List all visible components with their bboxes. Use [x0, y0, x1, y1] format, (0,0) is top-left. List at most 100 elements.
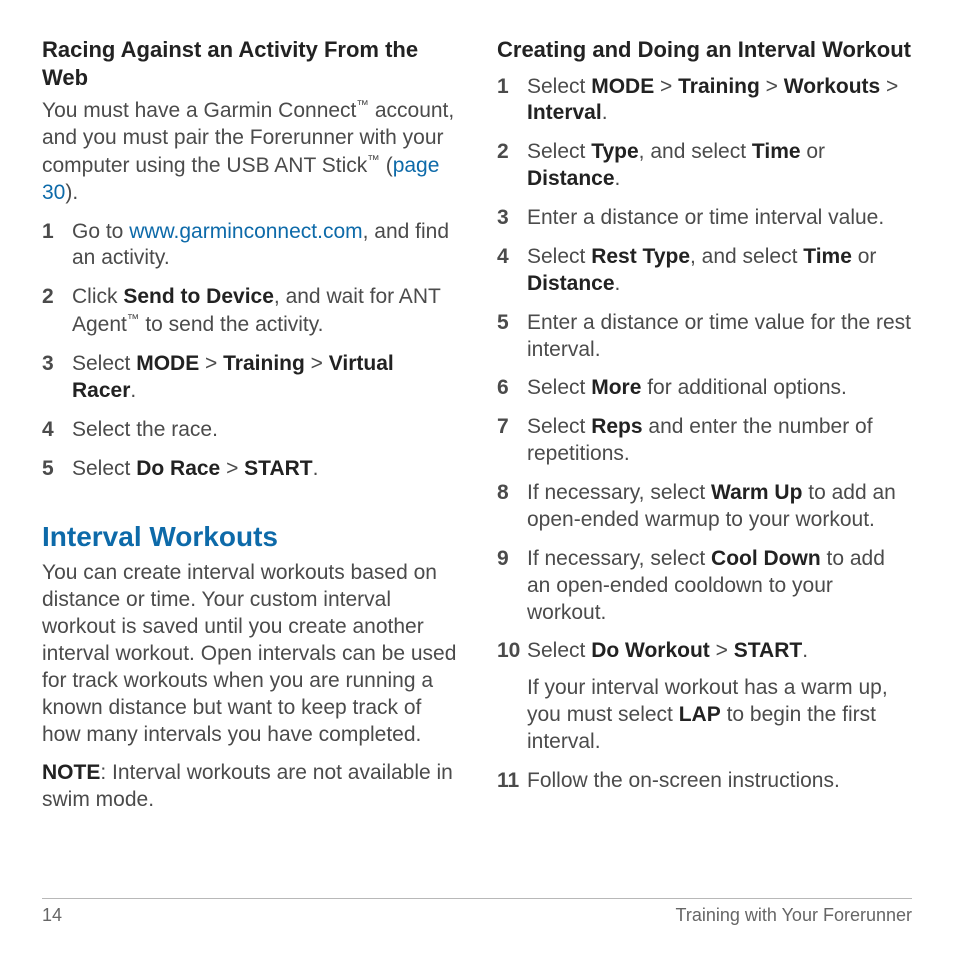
heading-creating-interval: Creating and Doing an Interval Workout [497, 36, 912, 64]
text: > [880, 75, 898, 98]
bold: LAP [679, 703, 721, 726]
bold: Distance [527, 167, 615, 190]
step-number: 5 [42, 456, 54, 483]
bold: More [591, 376, 641, 399]
step: 3 Select MODE > Training > Virtual Racer… [42, 351, 457, 417]
text: Go to [72, 220, 129, 243]
bold: MODE [591, 75, 654, 98]
step-number: 2 [497, 139, 509, 166]
trademark: ™ [356, 98, 369, 112]
bold: Training [678, 75, 760, 98]
text: ( [380, 154, 393, 177]
bold: Cool Down [711, 547, 821, 570]
text: Select [527, 415, 591, 438]
trademark: ™ [127, 312, 140, 326]
step-number: 4 [42, 417, 54, 444]
left-column: Racing Against an Activity From the Web … [42, 36, 457, 894]
bold: START [244, 457, 312, 480]
text: Select the race. [72, 418, 218, 441]
text: Select [527, 639, 591, 662]
text: or [852, 245, 877, 268]
footer-title: Training with Your Forerunner [676, 905, 912, 926]
bold: Interval [527, 101, 602, 124]
step-number: 1 [42, 219, 54, 246]
step-number: 5 [497, 310, 509, 337]
step: 4 Select Rest Type, and select Time or D… [497, 244, 912, 310]
step: 10 Select Do Workout > START. If your in… [497, 638, 912, 768]
text: > [760, 75, 784, 98]
racing-steps: 1 Go to www.garminconnect.com, and find … [42, 219, 457, 495]
text: : Interval workouts are not available in… [42, 761, 453, 811]
step-number: 9 [497, 546, 509, 573]
text: , and select [690, 245, 803, 268]
text: . [313, 457, 319, 480]
step-sub: If your interval workout has a warm up, … [527, 675, 912, 756]
text: If necessary, select [527, 547, 711, 570]
text: Click [72, 285, 123, 308]
text: You must have a Garmin Connect [42, 99, 356, 122]
step: 9 If necessary, select Cool Down to add … [497, 546, 912, 639]
note: NOTE: Interval workouts are not availabl… [42, 760, 457, 814]
bold: Warm Up [711, 481, 802, 504]
step: 1 Select MODE > Training > Workouts > In… [497, 74, 912, 140]
bold: Send to Device [123, 285, 274, 308]
step: 1 Go to www.garminconnect.com, and find … [42, 219, 457, 285]
step: 11 Follow the on-screen instructions. [497, 768, 912, 807]
text: Select [72, 352, 136, 375]
page-footer: 14 Training with Your Forerunner [42, 898, 912, 926]
bold: START [734, 639, 802, 662]
text: If necessary, select [527, 481, 711, 504]
bold: Rest Type [591, 245, 690, 268]
text: . [130, 379, 136, 402]
text: > [199, 352, 223, 375]
step-number: 10 [497, 638, 520, 665]
step-number: 2 [42, 284, 54, 311]
text: to send the activity. [139, 313, 323, 336]
step: 7 Select Reps and enter the number of re… [497, 414, 912, 480]
bold: Do Race [136, 457, 220, 480]
bold: Workouts [784, 75, 880, 98]
bold: Reps [591, 415, 642, 438]
interval-steps: 1 Select MODE > Training > Workouts > In… [497, 74, 912, 807]
note-label: NOTE [42, 761, 100, 784]
text: Select [527, 376, 591, 399]
text: > [654, 75, 678, 98]
bold: Type [591, 140, 638, 163]
text: Enter a distance or time value for the r… [527, 311, 911, 361]
interval-paragraph: You can create interval workouts based o… [42, 560, 457, 748]
text: Select [527, 75, 591, 98]
bold: Time [803, 245, 852, 268]
step-number: 1 [497, 74, 509, 101]
text: > [305, 352, 329, 375]
step-number: 11 [497, 768, 519, 795]
step-number: 8 [497, 480, 509, 507]
garmin-link[interactable]: www.garminconnect.com [129, 220, 362, 243]
text: for additional options. [641, 376, 846, 399]
step-number: 3 [42, 351, 54, 378]
bold: Training [223, 352, 305, 375]
text: . [802, 639, 808, 662]
step: 3 Enter a distance or time interval valu… [497, 205, 912, 244]
trademark: ™ [367, 153, 380, 167]
step-number: 4 [497, 244, 509, 271]
text: ). [65, 181, 78, 204]
text: > [710, 639, 734, 662]
step: 2 Click Send to Device, and wait for ANT… [42, 284, 457, 351]
step: 8 If necessary, select Warm Up to add an… [497, 480, 912, 546]
step-number: 6 [497, 375, 509, 402]
bold: Time [752, 140, 801, 163]
bold: Do Workout [591, 639, 710, 662]
step: 4 Select the race. [42, 417, 457, 456]
text: or [801, 140, 826, 163]
text: > [220, 457, 244, 480]
step: 6 Select More for additional options. [497, 375, 912, 414]
text: . [615, 272, 621, 295]
text: Select [72, 457, 136, 480]
bold: MODE [136, 352, 199, 375]
text: Select [527, 245, 591, 268]
step: 2 Select Type, and select Time or Distan… [497, 139, 912, 205]
step: 5 Enter a distance or time value for the… [497, 310, 912, 376]
heading-racing: Racing Against an Activity From the Web [42, 36, 457, 91]
text: Enter a distance or time interval value. [527, 206, 884, 229]
bold: Distance [527, 272, 615, 295]
